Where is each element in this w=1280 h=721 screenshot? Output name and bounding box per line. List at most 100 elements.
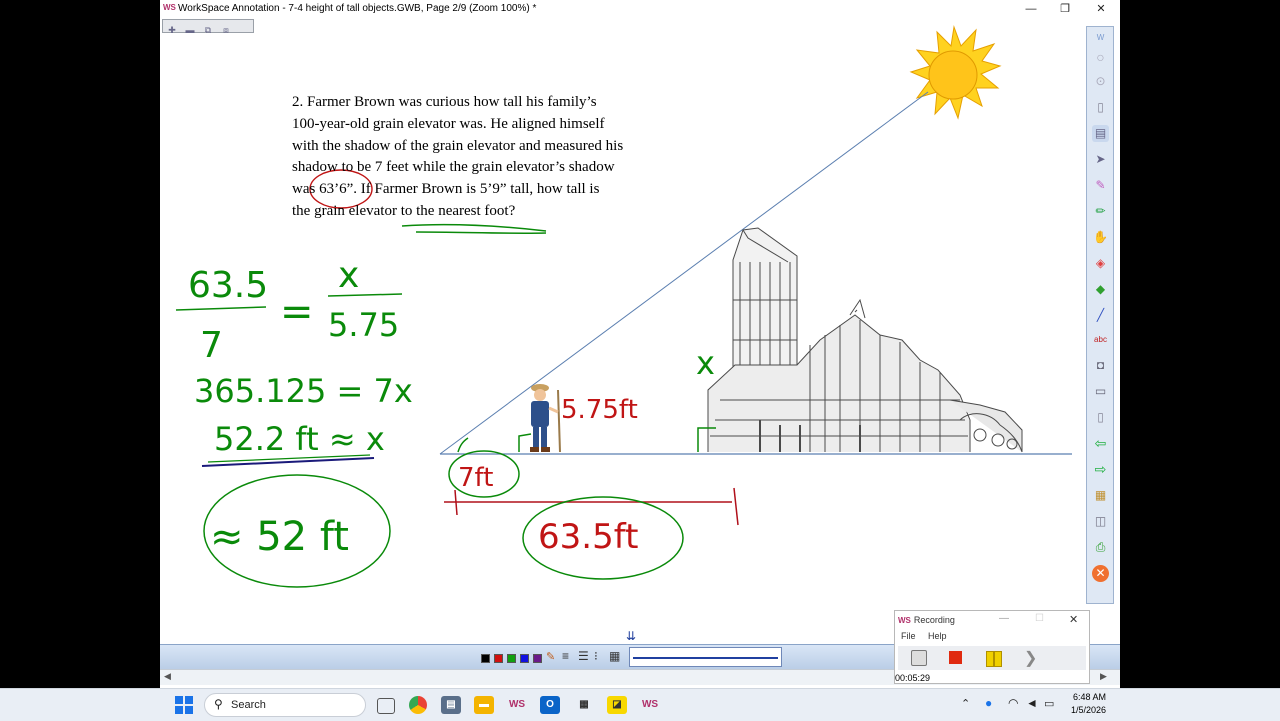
highlighter-icon[interactable]: ✏: [1092, 203, 1109, 220]
outlook-icon[interactable]: O: [540, 696, 560, 714]
stop-button[interactable]: [949, 651, 962, 664]
recording-time: 00:05:29: [895, 673, 931, 683]
circle-tool-icon[interactable]: ○: [1092, 49, 1109, 66]
problem-line: with the shadow of the grain elevator an…: [292, 137, 624, 154]
grain-elevator-drawing: [707, 227, 1023, 453]
recorder-menu: File Help: [901, 631, 957, 641]
page-icon[interactable]: ▤: [1092, 125, 1109, 142]
wifi-icon[interactable]: ◠: [1008, 696, 1018, 710]
play-icon[interactable]: ❯: [1024, 648, 1037, 668]
workspace-annotation-icon[interactable]: ▤: [441, 696, 461, 714]
recorder-close-button[interactable]: ✕: [1069, 613, 1078, 626]
blank-page-icon[interactable]: ▯: [1092, 409, 1109, 426]
underline-stroke: [415, 231, 547, 235]
recorder-menu-file[interactable]: File: [901, 631, 916, 641]
scroll-right-icon[interactable]: ▶: [1100, 671, 1107, 682]
fraction-right-numerator: x: [338, 255, 359, 296]
equation-step-2: 365.125 = 7x: [194, 372, 413, 410]
system-clock[interactable]: 6:48 AM 1/5/2026: [1064, 691, 1106, 717]
pen-icon[interactable]: ✎: [1092, 177, 1109, 194]
recorder-logo: WS: [898, 616, 911, 625]
color-swatch-blue[interactable]: [520, 654, 529, 663]
fraction-left-denominator: 7: [200, 325, 223, 366]
volume-icon[interactable]: ◄: [1026, 696, 1038, 710]
text-tool-icon[interactable]: abc: [1092, 331, 1109, 348]
recorder-minimize-button[interactable]: —: [999, 613, 1009, 624]
recording-title-bar: WS Recording: [898, 615, 955, 625]
problem-line: 2. Farmer Brown was curious how tall his…: [292, 94, 597, 110]
color-swatch-green[interactable]: [507, 654, 516, 663]
recording-title: Recording: [913, 615, 955, 625]
underline-stroke: [401, 223, 547, 232]
record-button[interactable]: [911, 650, 927, 666]
farmer-figure: [530, 384, 561, 453]
recording-window: WS Recording — ☐ ✕ File Help ❯ 00:05:29: [894, 610, 1090, 684]
recorder-menu-help[interactable]: Help: [928, 631, 947, 641]
page-down-icon[interactable]: ⇊: [626, 629, 636, 643]
select-arrow-icon[interactable]: ➤: [1092, 151, 1109, 168]
palette-logo-icon: W: [1096, 33, 1105, 42]
equation-step-3: 52.2 ft ≈ x: [214, 420, 385, 458]
fraction-bar: [175, 306, 267, 311]
taskbar: ⚲ Search ▤ ▬ WS O ▦ ◪ WS ⌃ ● ◠ ◄ ▭ 6:48 …: [0, 688, 1280, 721]
dotted-line-icon[interactable]: ▦: [609, 649, 620, 663]
file-explorer-icon[interactable]: ▬: [474, 696, 494, 714]
color-swatch-purple[interactable]: [533, 654, 542, 663]
line-style-icon[interactable]: ☰: [578, 649, 589, 663]
next-page-icon[interactable]: ⇨: [1092, 461, 1109, 478]
prev-page-icon[interactable]: ⇦: [1092, 435, 1109, 452]
search-icon: ⚲: [214, 697, 223, 711]
calculator-icon[interactable]: ▦: [574, 696, 594, 714]
workspace-window: WS WorkSpace Annotation - 7-4 height of …: [160, 0, 1120, 688]
pause-button[interactable]: [986, 651, 994, 667]
problem-line: was 63’6”. If Farmer Brown is 5’9” tall,…: [292, 181, 600, 198]
color-swatch-black[interactable]: [481, 654, 490, 663]
page-sorter-icon[interactable]: ▦: [1092, 487, 1109, 504]
print-icon[interactable]: ⎙: [1092, 539, 1109, 556]
fraction-left-numerator: 63.5: [188, 265, 268, 306]
down-arrow-icon[interactable]: ⊙: [1092, 73, 1109, 90]
farmer-height-label: 5.75ft: [561, 395, 638, 425]
line-tool-icon[interactable]: ╱: [1092, 307, 1109, 324]
final-answer: ≈ 52 ft: [210, 514, 349, 560]
workspace-icon[interactable]: WS: [507, 696, 527, 714]
battery-icon[interactable]: ▭: [1044, 697, 1054, 710]
windows-icon: [175, 696, 193, 714]
screen-shade-icon[interactable]: ▭: [1092, 383, 1109, 400]
start-button[interactable]: [175, 696, 193, 714]
chevron-up-icon[interactable]: ⌃: [961, 697, 970, 710]
recorder-controls: ❯: [898, 646, 1086, 670]
camera-icon[interactable]: ◘: [1092, 357, 1109, 374]
microphone-icon[interactable]: ●: [985, 696, 992, 710]
transparency-icon[interactable]: ⁝: [594, 649, 598, 663]
problem-line: the grain elevator to the nearest foot?: [292, 202, 516, 219]
pause-button-bar: [994, 651, 1002, 667]
taskbar-search[interactable]: ⚲ Search: [204, 693, 366, 717]
search-placeholder: Search: [231, 699, 266, 711]
task-view-icon[interactable]: [377, 698, 395, 714]
eraser-icon[interactable]: ◈: [1092, 255, 1109, 272]
clock-time: 6:48 AM: [1072, 692, 1106, 702]
elevator-shadow-label: 63.5ft: [538, 517, 638, 557]
equals-sign: =: [280, 289, 314, 335]
farmer-shadow-label: 7ft: [458, 463, 493, 493]
fraction-right-denominator: 5.75: [328, 306, 399, 344]
color-swatch-red[interactable]: [494, 654, 503, 663]
elevator-height-label: x: [696, 344, 715, 382]
color-picker-icon[interactable]: ✎: [546, 650, 555, 663]
scroll-left-icon[interactable]: ◀: [164, 671, 171, 682]
line-width-icon[interactable]: ≡: [562, 649, 569, 663]
right-angle-mark: [518, 433, 532, 452]
workspace-recorder-icon[interactable]: WS: [640, 696, 660, 714]
chrome-icon[interactable]: [409, 696, 427, 714]
fill-icon[interactable]: ◆: [1092, 281, 1109, 298]
hand-icon[interactable]: ✋: [1092, 229, 1109, 246]
recorder-maximize-button[interactable]: ☐: [1035, 613, 1044, 624]
exit-icon[interactable]: ✕: [1092, 565, 1109, 582]
mouse-icon[interactable]: ▯: [1092, 99, 1109, 116]
sticky-notes-icon[interactable]: ◪: [607, 696, 627, 714]
save-icon[interactable]: ◫: [1092, 513, 1109, 530]
line-preview[interactable]: [629, 647, 782, 667]
tool-palette: W ○ ⊙ ▯ ▤ ➤ ✎ ✏ ✋ ◈ ◆ ╱ abc ◘ ▭ ▯ ⇦ ⇨ ▦ …: [1086, 26, 1114, 604]
clock-date: 1/5/2026: [1070, 705, 1106, 715]
